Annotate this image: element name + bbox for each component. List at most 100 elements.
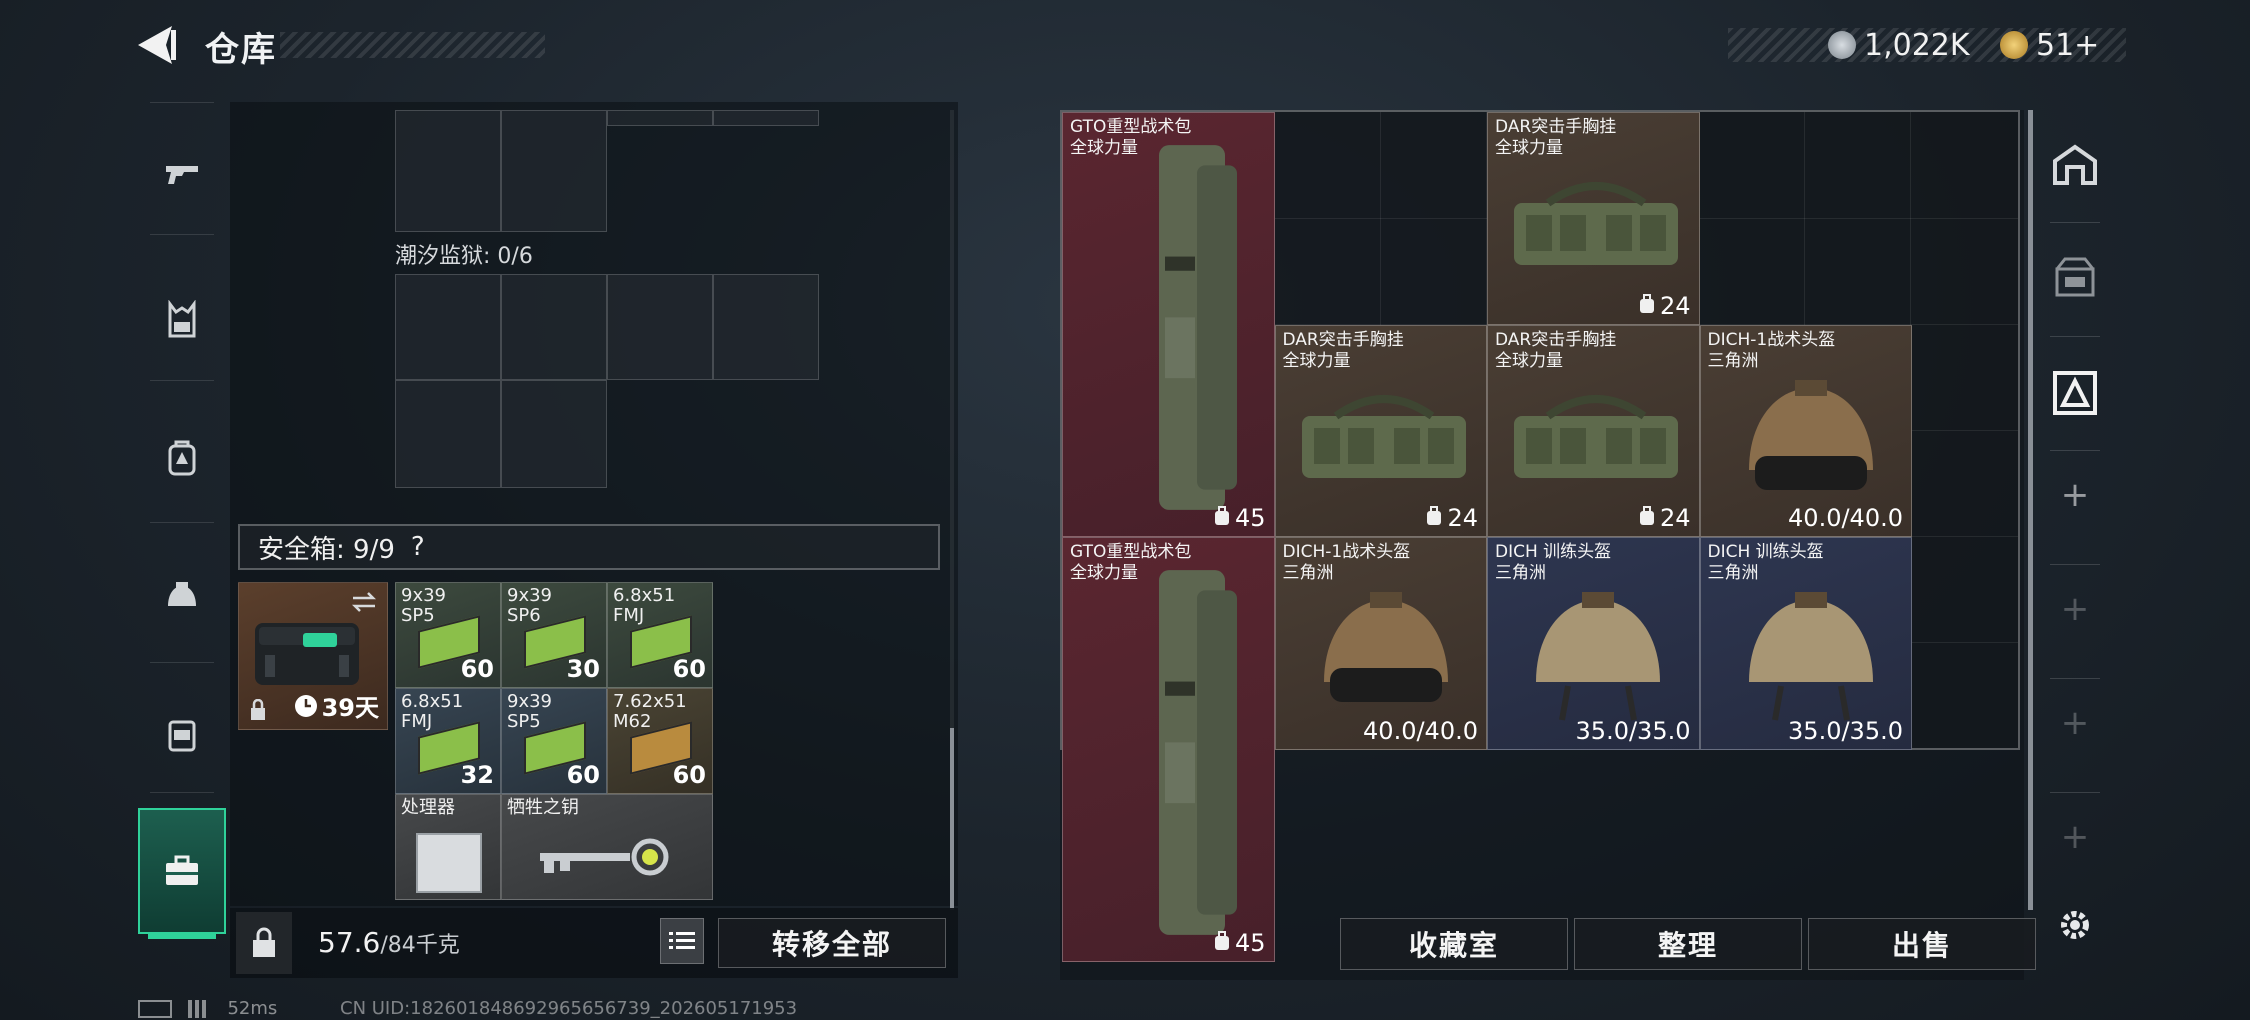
slot[interactable] [713, 110, 819, 126]
side-storage[interactable] [2040, 222, 2110, 332]
item-stat: 24 [1638, 292, 1691, 320]
helmet-image-icon [1741, 586, 1881, 726]
helmet-image-icon [1741, 374, 1881, 514]
storage-icon [2055, 257, 2095, 297]
slot[interactable] [607, 110, 713, 126]
item-stat-value: 35.0/35.0 [1575, 716, 1691, 745]
item-name: DAR突击手胸挂 全球力量 [1495, 117, 1617, 158]
stash-item-helmet-camo[interactable]: DICH 训练头盔 三角洲 35.0/35.0 [1699, 537, 1912, 750]
safebox-item[interactable]: 9x39 SP6 30 [501, 582, 607, 688]
safebox-item[interactable]: 9x39 SP5 60 [501, 688, 607, 794]
stash-item-rig[interactable]: DAR突击手胸挂 全球力量 24 [1487, 112, 1700, 325]
safebox-item[interactable]: 7.62x51 M62 60 [607, 688, 713, 794]
capacity-icon [1213, 929, 1231, 957]
lock-icon [251, 699, 265, 720]
nav-chest-rig[interactable] [138, 270, 226, 370]
stash-nav: + + + + [2040, 110, 2110, 950]
stash-item-rig[interactable]: DAR突击手胸挂 全球力量 24 [1487, 324, 1700, 537]
stash-scrollbar[interactable] [2028, 110, 2033, 910]
gun-icon [166, 166, 198, 184]
item-name: DAR突击手胸挂 全球力量 [1282, 329, 1404, 371]
item-name: DICH-1战术头盔 三角洲 [1707, 329, 1836, 371]
ticket-amount: 51+ [2036, 27, 2100, 63]
stash-item-helmet-tan[interactable]: DICH-1战术头盔 三角洲 40.0/40.0 [1274, 537, 1487, 750]
title-decoration [280, 32, 545, 58]
sort-button[interactable]: 整理 [1574, 918, 1802, 970]
side-depot[interactable] [2040, 110, 2110, 220]
rig-capacity-icon [1638, 292, 1656, 320]
item-count: 30 [566, 655, 600, 683]
ticket-balance[interactable]: 51+ [2000, 27, 2100, 63]
item-name: DICH-1战术头盔 三角洲 [1282, 542, 1411, 583]
list-view-button[interactable] [660, 918, 704, 964]
item-stat: 35.0/35.0 [1788, 717, 1903, 745]
slot[interactable] [501, 110, 607, 232]
swap-icon[interactable] [351, 591, 377, 613]
nav-toolbox[interactable] [138, 808, 226, 934]
nav-helmet[interactable] [138, 548, 226, 648]
gear-icon [2061, 911, 2089, 939]
item-name: 6.8x51 FMJ [613, 585, 676, 626]
item-stat-value: 40.0/40.0 [1363, 716, 1478, 745]
safe-case[interactable]: 39天 [238, 582, 388, 730]
toolbox-icon [166, 855, 198, 885]
help-icon[interactable]: ? [411, 532, 425, 562]
uid-text: CN UID:182601848692965656739_20260517195… [340, 998, 798, 1019]
safe-case-icon [255, 623, 359, 685]
add-tab-button[interactable]: + [2040, 678, 2110, 768]
add-tab-button[interactable]: + [2040, 792, 2110, 882]
collection-button[interactable]: 收藏室 [1340, 918, 1568, 970]
add-tab-button[interactable]: + [2040, 564, 2110, 654]
stash-item-backpack[interactable]: GTO重型战术包 全球力量 45 [1062, 537, 1275, 962]
side-tagged[interactable] [2040, 338, 2110, 448]
nav-backpack[interactable] [138, 408, 226, 508]
item-stat: 35.0/35.0 [1576, 717, 1691, 745]
chest-rig-image-icon [1508, 175, 1684, 275]
chest-rig-image-icon [1296, 388, 1472, 488]
safebox-item[interactable]: 处理器 [395, 794, 501, 900]
safebox-item[interactable]: 6.8x51 FMJ 32 [395, 688, 501, 794]
category-nav [138, 102, 226, 952]
lock-button[interactable] [236, 912, 292, 974]
page-title: 仓库 [205, 30, 277, 70]
list-icon [669, 932, 695, 949]
nav-armor[interactable] [138, 684, 226, 784]
transfer-all-button[interactable]: 转移全部 [718, 918, 946, 968]
slot[interactable] [607, 274, 713, 380]
safebox-item[interactable]: 6.8x51 FMJ 60 [607, 582, 713, 688]
safebox-item[interactable]: 9x39 SP5 60 [395, 582, 501, 688]
item-count: 32 [460, 761, 494, 789]
stash-item-rig[interactable]: DAR突击手胸挂 全球力量 24 [1274, 324, 1487, 537]
nav-weapons[interactable] [138, 124, 226, 224]
stash-item-backpack[interactable]: GTO重型战术包 全球力量 45 [1062, 112, 1275, 537]
item-name: DICH 训练头盔 三角洲 [1707, 542, 1824, 583]
item-count: 60 [566, 761, 600, 789]
scrollbar-thumb[interactable] [950, 728, 954, 908]
item-name: GTO重型战术包 全球力量 [1070, 542, 1192, 583]
sell-button[interactable]: 出售 [1808, 918, 2036, 970]
back-button[interactable] [138, 24, 178, 66]
item-stat: 40.0/40.0 [1363, 717, 1478, 745]
coin-balance[interactable]: 1,022K [1828, 28, 1970, 63]
item-name: 牺牲之钥 [507, 797, 579, 818]
helmet-icon [168, 582, 196, 606]
add-tab-button[interactable]: + [2040, 450, 2110, 540]
item-name: 处理器 [401, 797, 455, 818]
stash-item-helmet-tan[interactable]: DICH-1战术头盔 三角洲 40.0/40.0 [1699, 324, 1912, 537]
item-stat-value: 24 [1659, 504, 1691, 532]
backpack-icon [168, 440, 196, 476]
slot[interactable] [501, 380, 607, 488]
slot[interactable] [713, 274, 819, 380]
weight-max: /84千克 [380, 933, 460, 958]
slot[interactable] [395, 110, 501, 232]
slot[interactable] [395, 274, 501, 380]
stash-item-helmet-camo[interactable]: DICH 训练头盔 三角洲 35.0/35.0 [1487, 537, 1700, 750]
weight-display: 57.6/84千克 [318, 926, 460, 959]
active-indicator [148, 934, 216, 939]
safebox-label: 安全箱: 9/9 [258, 534, 395, 565]
slot[interactable] [501, 274, 607, 380]
capacity-icon [1213, 504, 1231, 532]
safebox-item[interactable]: 牺牲之钥 [501, 794, 713, 900]
slot[interactable] [395, 380, 501, 488]
settings-button[interactable] [2040, 880, 2110, 970]
